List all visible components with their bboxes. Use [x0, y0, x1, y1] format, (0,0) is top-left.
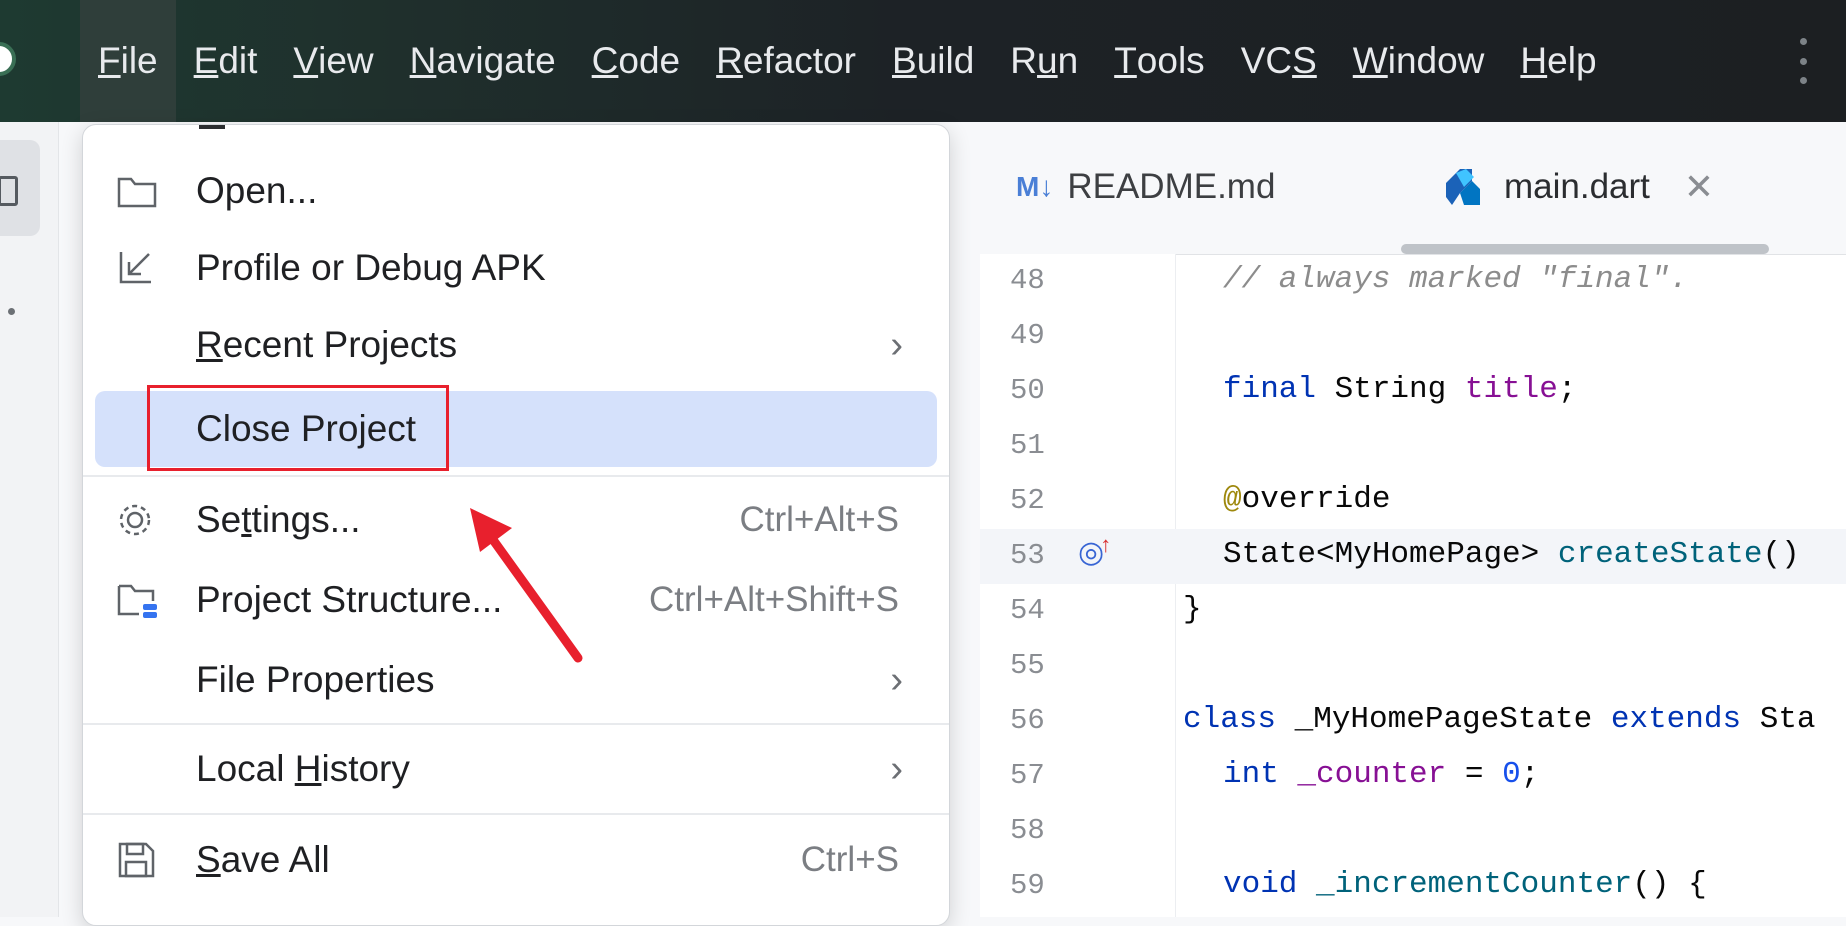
- code-line: 51: [980, 419, 1846, 474]
- menu-item-label: Local History: [196, 748, 410, 789]
- menu-item-recent-projects[interactable]: Recent Projects ›: [95, 307, 937, 383]
- line-number: 51: [1010, 429, 1045, 462]
- code-line: 54 }: [980, 584, 1846, 639]
- project-structure-icon: [117, 584, 157, 618]
- code-text: // always marked "final".: [1223, 262, 1689, 297]
- code-line: 58: [980, 804, 1846, 859]
- active-tab-indicator: [1401, 244, 1769, 254]
- menu-window[interactable]: Window: [1335, 0, 1503, 122]
- menu-code[interactable]: Code: [574, 0, 698, 122]
- import-arrow-icon: [119, 252, 151, 284]
- tab-main-dart[interactable]: main.dart ✕: [1442, 162, 1714, 212]
- strip-dot-icon: [8, 308, 15, 315]
- menu-item-label: Open...: [196, 170, 318, 211]
- menu-view[interactable]: View: [275, 0, 391, 122]
- menu-file[interactable]: File: [80, 0, 176, 122]
- menu-item-shortcut: Ctrl+S: [800, 840, 899, 879]
- menu-run[interactable]: Run: [992, 0, 1096, 122]
- code-line: 57 int _counter = 0;: [980, 749, 1846, 804]
- markdown-icon: M↓: [1016, 171, 1054, 202]
- menu-vcs[interactable]: VC S: [1223, 0, 1335, 122]
- code-line-current: 53 ◎↑ State<MyHomePage> createState(): [980, 529, 1846, 584]
- menu-separator: [83, 475, 949, 477]
- editor-tabs: M↓ README.md main.dart ✕: [980, 122, 1846, 255]
- save-icon: [118, 842, 155, 878]
- menu-item-label: File Properties: [196, 659, 435, 700]
- tab-readme[interactable]: M↓ README.md: [1016, 162, 1275, 212]
- submenu-arrow-icon: ›: [890, 323, 903, 366]
- line-number: 52: [1010, 484, 1045, 517]
- menu-refactor[interactable]: Refactor: [698, 0, 874, 122]
- code-line: 50 final String title;: [980, 364, 1846, 419]
- override-marker-icon[interactable]: ◎↑: [1078, 532, 1115, 570]
- menu-file-rest: ile: [120, 40, 158, 81]
- tab-main-dart-label: main.dart: [1504, 167, 1650, 206]
- line-number: 57: [1010, 759, 1045, 792]
- menu-edit[interactable]: Edit: [176, 0, 276, 122]
- main-menu-bar: File Edit View Navigate Code Refactor Bu…: [80, 0, 1615, 122]
- code-line: 55: [980, 639, 1846, 694]
- code-line: 52 @override: [980, 474, 1846, 529]
- menu-item-open[interactable]: Open...: [95, 153, 937, 229]
- menu-item-label: Recent Projects: [196, 324, 458, 365]
- code-line: 59 void _incrementCounter() {: [980, 859, 1846, 914]
- line-number: 50: [1010, 374, 1045, 407]
- line-number: 56: [1010, 704, 1045, 737]
- submenu-arrow-icon: ›: [890, 747, 903, 790]
- folder-icon: [117, 177, 157, 208]
- menu-tools[interactable]: Tools: [1096, 0, 1223, 122]
- project-tool-window-button[interactable]: [0, 140, 40, 236]
- code-line: 48 // always marked "final".: [980, 254, 1846, 309]
- menu-separator: [83, 723, 949, 725]
- code-text: @override: [1223, 482, 1391, 517]
- line-number: 59: [1010, 869, 1045, 902]
- code-text: final String title;: [1223, 372, 1577, 407]
- tab-readme-label: README.md: [1067, 167, 1276, 206]
- title-bar: File Edit View Navigate Code Refactor Bu…: [0, 0, 1846, 122]
- annotation-highlight-box: [147, 385, 449, 471]
- menu-item-label: Settings...: [196, 499, 361, 540]
- code-text: void _incrementCounter() {: [1223, 867, 1707, 902]
- code-text: class _MyHomePageState extends Sta: [1183, 702, 1816, 737]
- code-text: State<MyHomePage> createState(): [1223, 537, 1800, 572]
- code-line: 49: [980, 309, 1846, 364]
- menu-item-label: Save All: [196, 839, 330, 880]
- annotation-arrow-icon: [470, 508, 583, 663]
- menu-item-label: Profile or Debug APK: [196, 247, 546, 288]
- menu-help[interactable]: Help: [1502, 0, 1614, 122]
- line-number: 48: [1010, 264, 1045, 297]
- tool-window-strip: [0, 122, 59, 917]
- menu-item-local-history[interactable]: Local History ›: [95, 731, 937, 807]
- popup-top-mark: [199, 125, 225, 129]
- line-number: 54: [1010, 594, 1045, 627]
- menu-navigate[interactable]: Navigate: [392, 0, 574, 122]
- submenu-arrow-icon: ›: [890, 658, 903, 701]
- menu-item-shortcut: Ctrl+Alt+Shift+S: [649, 580, 899, 619]
- code-line: 56 class _MyHomePageState extends Sta: [980, 694, 1846, 749]
- code-text: int _counter = 0;: [1223, 757, 1540, 792]
- line-number: 58: [1010, 814, 1045, 847]
- android-studio-logo-icon: [0, 42, 16, 76]
- menu-item-save-all[interactable]: Save All Ctrl+S: [95, 822, 937, 898]
- dart-icon: [1446, 169, 1480, 205]
- menu-item-profile-debug-apk[interactable]: Profile or Debug APK: [95, 230, 937, 306]
- menu-build[interactable]: Build: [874, 0, 992, 122]
- menu-separator: [83, 813, 949, 815]
- menu-item-shortcut: Ctrl+Alt+S: [739, 500, 900, 539]
- gear-icon: [119, 504, 151, 536]
- line-number: 55: [1010, 649, 1045, 682]
- more-vertical-icon[interactable]: [1798, 38, 1808, 84]
- code-text: }: [1183, 592, 1202, 627]
- close-tab-icon[interactable]: ✕: [1684, 166, 1714, 208]
- line-number: 49: [1010, 319, 1045, 352]
